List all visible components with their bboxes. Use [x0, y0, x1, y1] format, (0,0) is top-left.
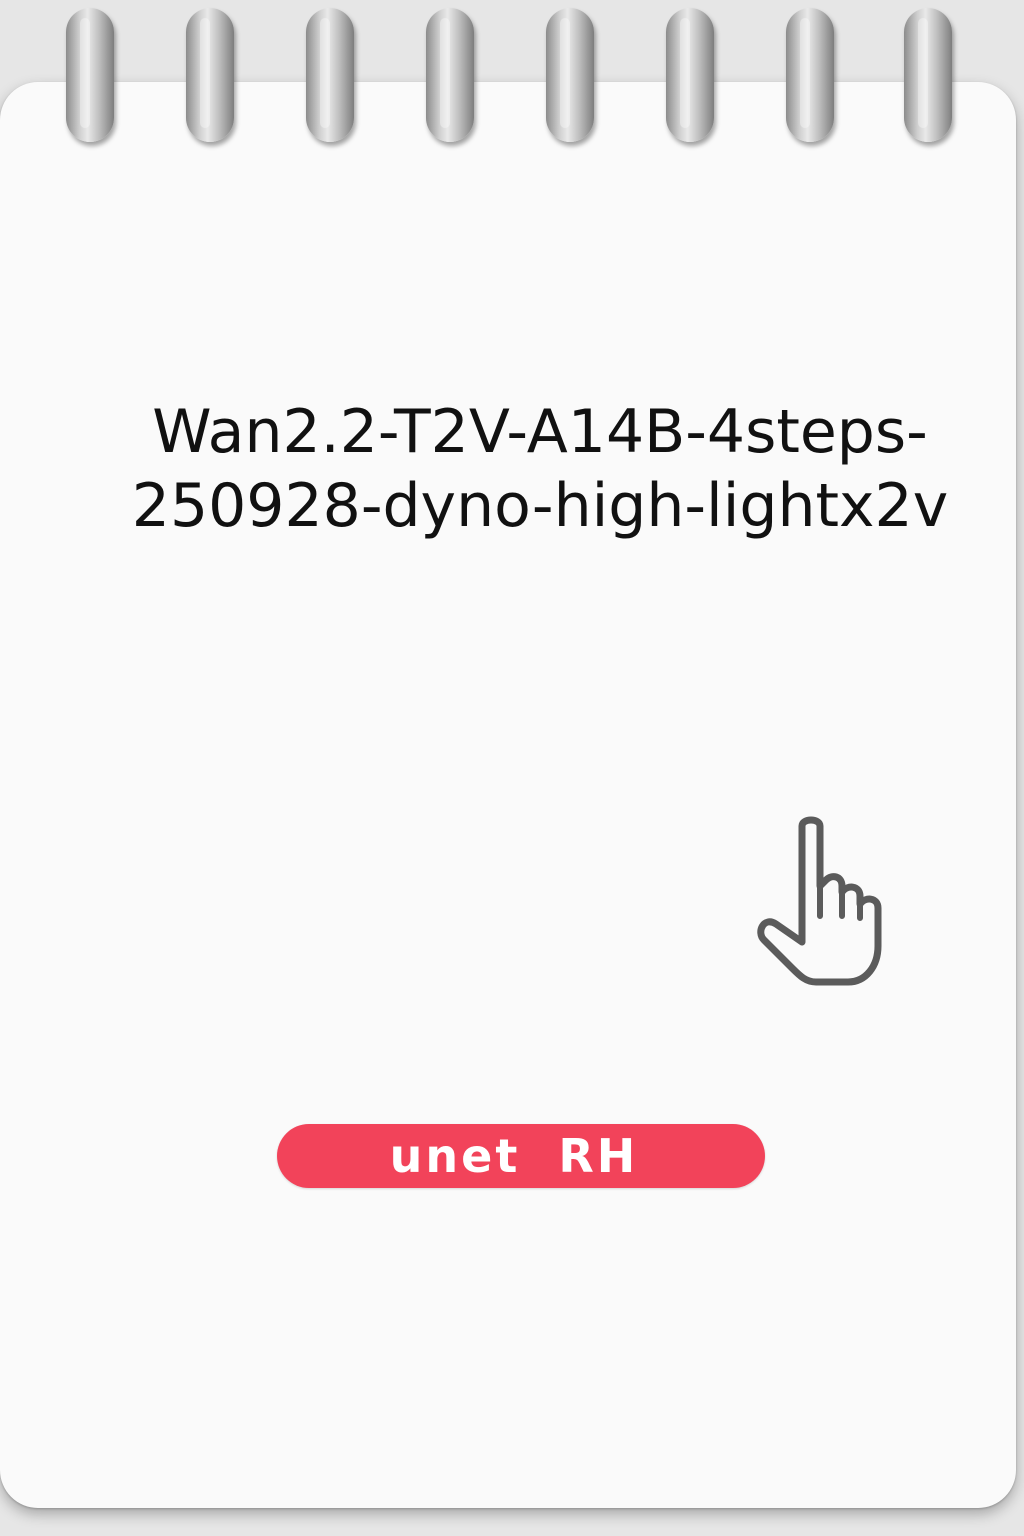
- binding-ring: [186, 8, 234, 142]
- binding-ring: [66, 8, 114, 142]
- binding-ring: [546, 8, 594, 142]
- binding-ring: [904, 8, 952, 142]
- model-title-line-2: 250928-dyno-high-lightx2v: [131, 471, 949, 541]
- model-title-line-1: Wan2.2-T2V-A14B-4steps-: [152, 397, 928, 467]
- notepad-page: [0, 82, 1016, 1508]
- binding-ring: [426, 8, 474, 142]
- pointing-hand-icon: [757, 816, 882, 986]
- unet-badge-label: unet RH: [389, 1129, 639, 1183]
- unet-badge: unet RH: [277, 1124, 765, 1188]
- binding-ring: [666, 8, 714, 142]
- model-title: Wan2.2-T2V-A14B-4steps- 250928-dyno-high…: [60, 395, 1020, 543]
- binding-ring: [786, 8, 834, 142]
- binding-ring: [306, 8, 354, 142]
